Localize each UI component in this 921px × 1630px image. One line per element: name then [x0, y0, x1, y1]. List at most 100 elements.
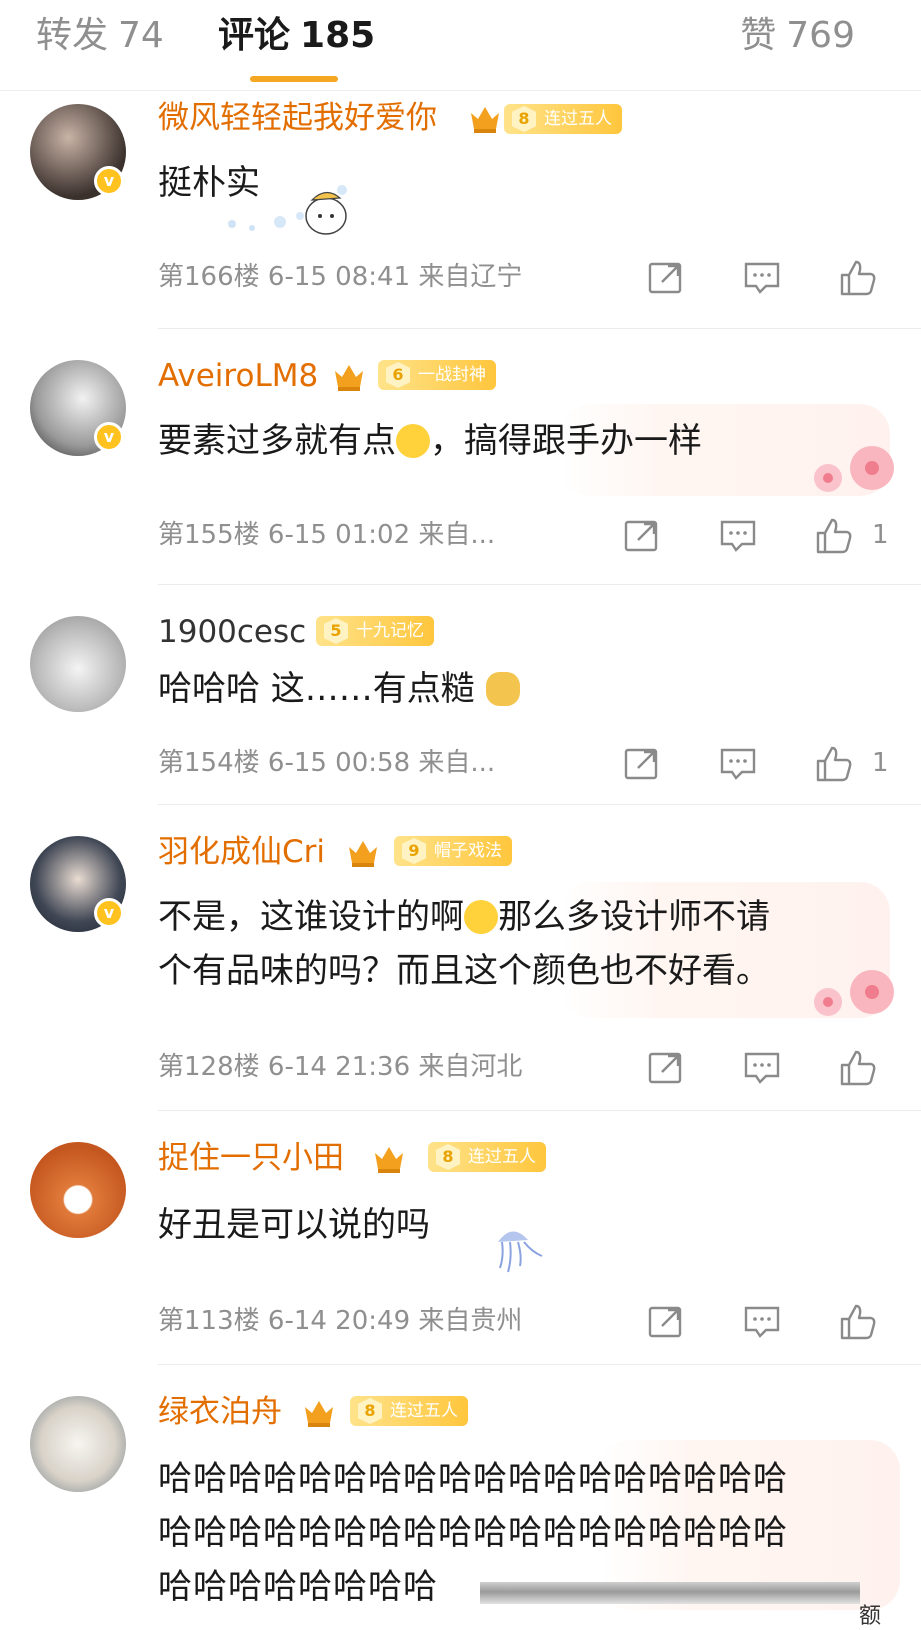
flower-icon — [814, 446, 894, 492]
fan-badge: 8 连过五人 — [350, 1396, 468, 1426]
comment-text: 要素过多就有点 ，搞得跟手办一样 — [158, 414, 702, 468]
fan-badge-text: 连过五人 — [544, 109, 612, 129]
fan-badge-level: 8 — [512, 106, 536, 132]
tab-bar: 转发 74 评论 185 赞 769 — [0, 0, 921, 91]
comment-location: 来自河北 — [418, 1052, 523, 1082]
like-count: 1 — [872, 748, 889, 778]
fan-badge-level: 8 — [358, 1398, 382, 1424]
corner-mark: 额 — [858, 1604, 881, 1629]
like-icon[interactable] — [838, 258, 878, 298]
crown-icon — [471, 107, 499, 133]
scrollbar[interactable] — [480, 1582, 860, 1604]
like-icon[interactable] — [814, 744, 854, 784]
fan-badge-text: 一战封神 — [418, 365, 486, 385]
comment-meta: 第128楼 6-14 21:36 来自河北 — [158, 1050, 522, 1084]
comment-text-line: 哈哈哈哈哈哈哈哈哈哈哈哈哈哈哈哈哈哈 — [158, 1513, 788, 1553]
crown-icon — [349, 841, 377, 867]
fan-badge-level: 8 — [436, 1144, 460, 1170]
comment-location: 来自... — [418, 520, 496, 550]
comment-location: 来自贵州 — [418, 1306, 523, 1336]
repost-icon[interactable] — [646, 1302, 686, 1342]
laugh-cry-emoji-icon — [464, 900, 498, 934]
fan-badge: 9 帽子戏法 — [394, 836, 512, 866]
crown-icon — [375, 1147, 403, 1173]
repost-icon[interactable] — [646, 1048, 686, 1088]
like-count: 1 — [872, 520, 889, 550]
comment-text: 不是，这谁设计的啊 那么多设计师不请个有品味的吗？而且这个颜色也不好看。 — [158, 890, 770, 998]
comment-text-line: 哈哈哈哈哈哈哈哈 — [158, 1567, 438, 1607]
comment-floor: 第128楼 — [158, 1052, 260, 1082]
comment-icon[interactable] — [742, 1048, 782, 1088]
comment-floor: 第166楼 — [158, 262, 260, 292]
crown-icon — [335, 365, 363, 391]
comment-meta: 第155楼 6-15 01:02 来自... — [158, 518, 495, 552]
laugh-cry-emoji-icon — [396, 424, 430, 458]
tab-comment-label: 评论 — [218, 15, 291, 56]
comment-icon[interactable] — [718, 516, 758, 556]
comment-icon[interactable] — [718, 744, 758, 784]
username[interactable]: 捉住一只小田 — [158, 1138, 344, 1178]
comment-text-part: 哈哈哈 这……有点糙 — [158, 669, 475, 709]
comment-time: 6-15 00:58 — [267, 748, 411, 778]
avatar[interactable] — [30, 1142, 126, 1238]
username[interactable]: 1900cesc — [158, 612, 306, 652]
fan-badge: 6 一战封神 — [378, 360, 496, 390]
divider — [158, 1110, 921, 1111]
comment-text-line: 哈哈哈哈哈哈哈哈哈哈哈哈哈哈哈哈哈哈 — [158, 1459, 788, 1499]
fan-badge-level: 9 — [402, 838, 426, 864]
tab-like[interactable]: 赞 769 — [740, 14, 855, 58]
comment-time: 6-14 20:49 — [267, 1306, 411, 1336]
fan-badge-text: 连过五人 — [390, 1401, 458, 1421]
crown-icon — [305, 1401, 333, 1427]
comment-text: 哈哈哈 这……有点糙 — [158, 662, 520, 716]
repost-icon[interactable] — [622, 744, 662, 784]
avatar[interactable] — [30, 616, 126, 712]
comment-time: 6-14 21:36 — [267, 1052, 411, 1082]
flower-icon — [814, 970, 894, 1016]
divider — [158, 328, 921, 329]
comment-text: 好丑是可以说的吗 — [158, 1205, 430, 1245]
fan-badge-level: 6 — [386, 362, 410, 388]
tab-repost-label: 转发 — [36, 15, 109, 56]
comment-text-part: 不是，这谁设计的啊 — [158, 897, 464, 937]
comment-text-part: 个有品味的吗？而且这个颜色也不好看。 — [158, 951, 770, 991]
comment-icon[interactable] — [742, 258, 782, 298]
divider — [158, 804, 921, 805]
verified-icon: v — [94, 166, 124, 196]
comment-icon[interactable] — [742, 1302, 782, 1342]
fan-badge: 5 十九记忆 — [316, 616, 434, 646]
tab-comment-count: 185 — [300, 15, 376, 56]
doge-emoji-icon — [485, 672, 520, 706]
comment-floor: 第155楼 — [158, 520, 260, 550]
like-icon[interactable] — [838, 1302, 878, 1342]
tab-comment[interactable]: 评论 185 — [218, 14, 375, 58]
username[interactable]: AveiroLM8 — [158, 356, 318, 396]
fan-badge-text: 十九记忆 — [356, 621, 424, 641]
tab-repost-count: 74 — [118, 15, 164, 56]
like-icon[interactable] — [814, 516, 854, 556]
avatar[interactable] — [30, 1396, 126, 1492]
tab-like-label: 赞 — [740, 15, 777, 56]
comment-text-part: 要素过多就有点 — [158, 421, 396, 461]
fan-badge-text: 连过五人 — [468, 1147, 536, 1167]
comment-time: 6-15 08:41 — [267, 262, 411, 292]
username[interactable]: 羽化成仙Cri — [158, 832, 325, 872]
repost-icon[interactable] — [646, 258, 686, 298]
fan-badge-text: 帽子戏法 — [434, 841, 502, 861]
tab-like-count: 769 — [786, 15, 855, 56]
comment-meta: 第154楼 6-15 00:58 来自... — [158, 746, 495, 780]
username[interactable]: 绿衣泊舟 — [158, 1392, 282, 1432]
repost-icon[interactable] — [622, 516, 662, 556]
comment-location: 来自辽宁 — [418, 262, 523, 292]
username[interactable]: 微风轻轻起我好爱你 — [158, 98, 437, 138]
like-icon[interactable] — [838, 1048, 878, 1088]
jellyfish-icon — [498, 1231, 543, 1273]
comment-text-part: 那么多设计师不请 — [498, 897, 770, 937]
comment-floor: 第113楼 — [158, 1306, 260, 1336]
comment-meta: 第166楼 6-15 08:41 来自辽宁 — [158, 260, 522, 294]
active-tab-indicator — [250, 76, 338, 82]
comment-meta: 第113楼 6-14 20:49 来自贵州 — [158, 1304, 522, 1338]
tab-repost[interactable]: 转发 74 — [36, 14, 164, 58]
comment-text-part: ，搞得跟手办一样 — [430, 421, 702, 461]
sticker-icon — [228, 185, 347, 235]
